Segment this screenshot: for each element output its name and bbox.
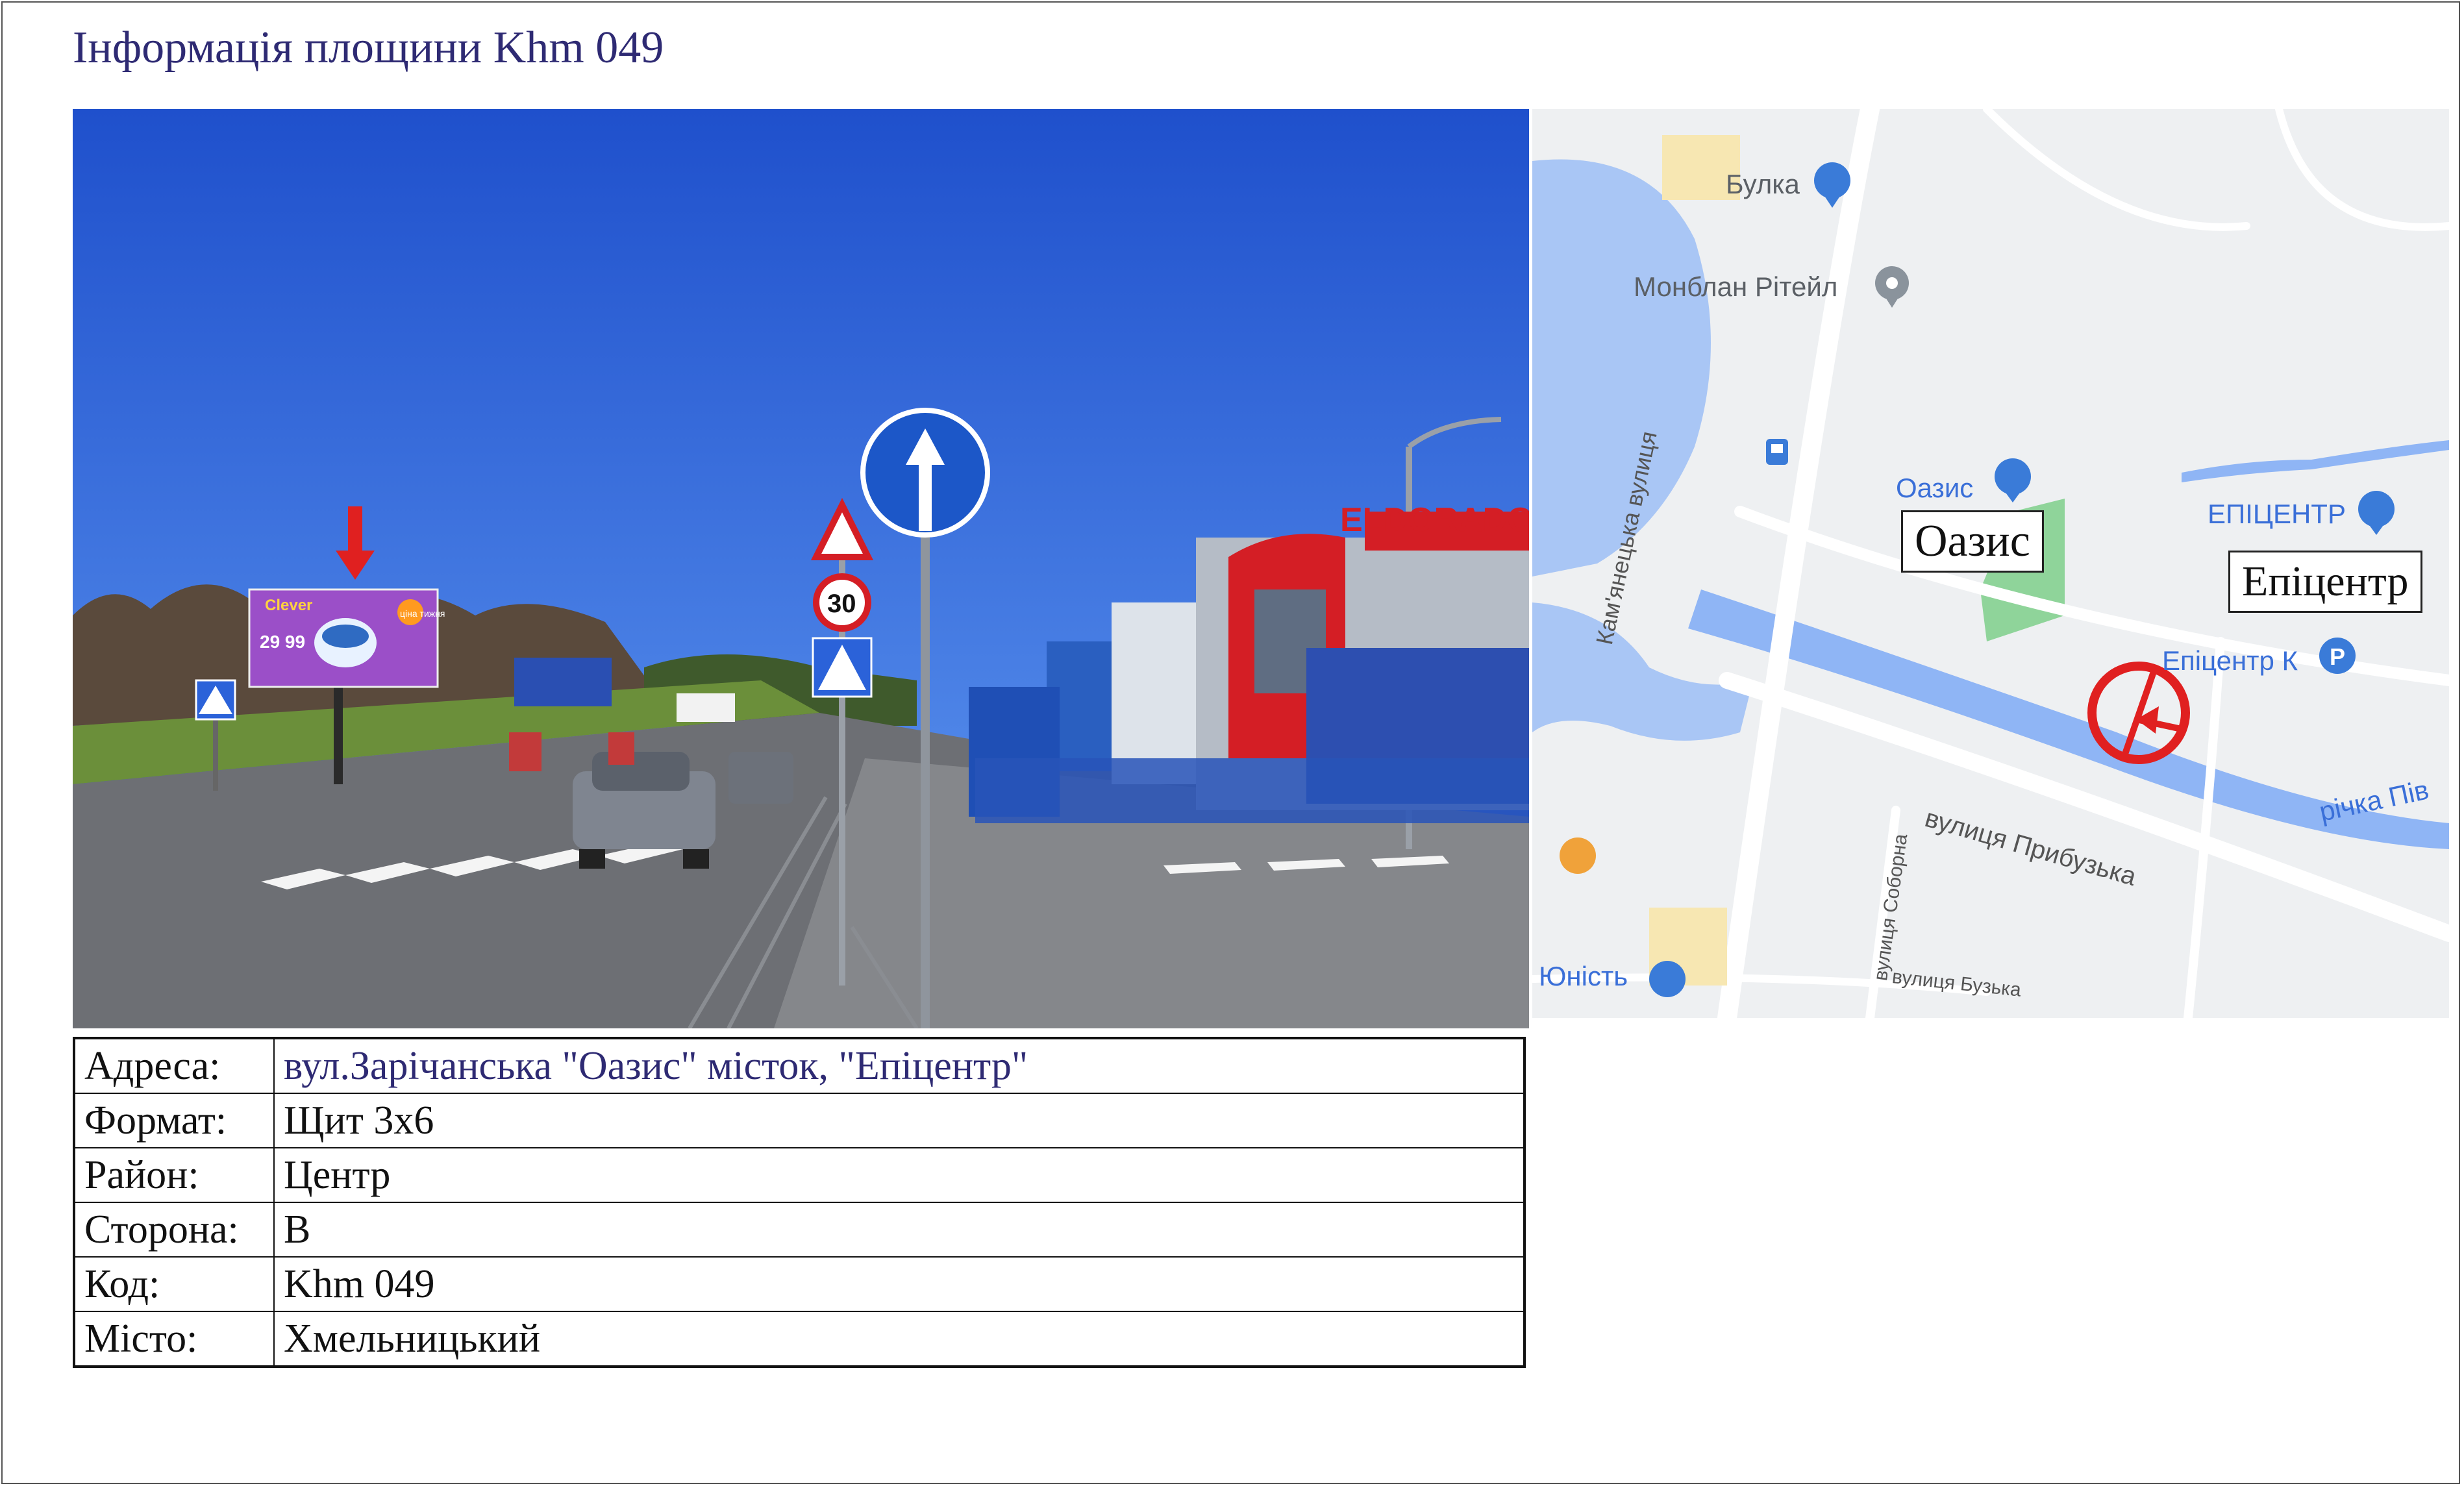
side-value: В bbox=[273, 1202, 1525, 1258]
table-row: Сторона: В bbox=[73, 1202, 1525, 1258]
callout-epitsentr: Епіцентр bbox=[2228, 551, 2422, 613]
map-label-bulka: Булка bbox=[1726, 169, 1800, 199]
address-value: вул.Зарічанська "Оазис" місток, "Епіцент… bbox=[273, 1037, 1525, 1094]
yunist-pin bbox=[1649, 961, 1686, 997]
row-label: Район: bbox=[73, 1147, 275, 1203]
row-label: Формат: bbox=[73, 1093, 275, 1148]
row-label: Місто: bbox=[73, 1311, 275, 1367]
format-value: Щит 3х6 bbox=[273, 1093, 1525, 1148]
billboard-brand: Clever bbox=[265, 597, 312, 614]
table-row: Адреса: вул.Зарічанська "Оазис" місток, … bbox=[73, 1037, 1525, 1094]
blue-fence bbox=[975, 758, 1529, 823]
info-table: Адреса: вул.Зарічанська "Оазис" місток, … bbox=[73, 1037, 1526, 1368]
parking-pin: P bbox=[2319, 638, 2356, 674]
billboard-price: 29 99 bbox=[260, 632, 305, 652]
van bbox=[728, 752, 793, 804]
row-label: Сторона: bbox=[73, 1202, 275, 1258]
bus-stop-icon bbox=[1766, 439, 1788, 465]
speed-limit-sign: 30 bbox=[827, 589, 856, 618]
orange-pin bbox=[1560, 837, 1596, 874]
row-label: Код: bbox=[73, 1256, 275, 1312]
svg-text:P: P bbox=[2330, 643, 2345, 670]
map-label-epitsentr-k: Епіцентр К bbox=[2162, 645, 2298, 676]
callout-oazys: Оазис bbox=[1901, 510, 2044, 573]
row-label: Адреса: bbox=[73, 1037, 275, 1094]
billboard-tag: ціна тижня bbox=[400, 608, 445, 619]
map-label-oazys: Оазис bbox=[1896, 473, 1974, 503]
code-value: Khm 049 bbox=[273, 1256, 1525, 1312]
table-row: Формат: Щит 3х6 bbox=[73, 1093, 1525, 1148]
district-value: Центр bbox=[273, 1147, 1525, 1203]
map-label-monblan: Монблан Рітейл bbox=[1634, 271, 1838, 302]
location-map: P Булка Монблан Рітейл Оазис ЕПІЦЕНТР Еп… bbox=[1532, 109, 2449, 1018]
table-row: Район: Центр bbox=[73, 1147, 1525, 1203]
table-row: Місто: Хмельницький bbox=[73, 1311, 1525, 1367]
page-title: Інформація площини Khm 049 bbox=[73, 23, 664, 73]
oazys-pin bbox=[1995, 458, 2031, 502]
map-label-epitsentr: ЕПІЦЕНТР bbox=[2208, 499, 2346, 529]
table-row: Код: Khm 049 bbox=[73, 1256, 1525, 1312]
map-label-yunist: Юність bbox=[1539, 961, 1628, 991]
city-value: Хмельницький bbox=[273, 1311, 1525, 1367]
epitsentr-pin bbox=[2358, 491, 2395, 535]
location-photo: Clever 29 99 ціна тижня ELDORADO 30 bbox=[73, 109, 1529, 1028]
monblan-pin bbox=[1875, 266, 1909, 308]
store-sign: ELDORADO bbox=[1340, 501, 1529, 539]
